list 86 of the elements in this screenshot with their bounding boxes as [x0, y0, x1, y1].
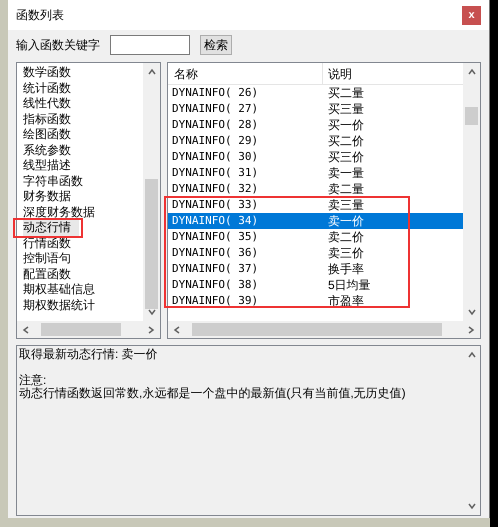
scroll-up-icon[interactable]	[146, 67, 156, 77]
search-button[interactable]: 检索	[200, 35, 232, 55]
scroll-left-icon[interactable]	[172, 324, 182, 334]
scroll-up-icon[interactable]	[466, 67, 476, 77]
table-cell-text: DYNAINFO( 27)	[171, 100, 260, 117]
table-row[interactable]: DYNAINFO( 29) 买二价	[168, 133, 463, 149]
table-cell-text: DYNAINFO( 38)	[171, 276, 260, 293]
table-cell-text: 买二价	[327, 133, 364, 150]
table-cell-text: 换手率	[327, 261, 364, 278]
table-cell-text: 卖二价	[327, 229, 364, 246]
window-title: 函数列表	[16, 7, 64, 24]
table-cell-text: 卖三量	[327, 197, 364, 214]
table-cell-text: DYNAINFO( 34)	[171, 212, 260, 229]
scroll-thumb[interactable]	[145, 179, 158, 309]
table-cell-text: 卖二量	[327, 181, 364, 198]
scroll-up-icon[interactable]	[466, 350, 476, 360]
category-item[interactable]: 指标函数	[23, 112, 79, 127]
table-row[interactable]: DYNAINFO( 35) 卖二价	[168, 229, 463, 245]
note-text: 动态行情函数返回常数,永远都是一个盘中的最新值(只有当前值,无历史值)	[19, 387, 407, 400]
category-item[interactable]: 配置函数	[23, 266, 79, 282]
table-cell-text: DYNAINFO( 35)	[171, 228, 260, 245]
scroll-right-icon[interactable]	[466, 324, 476, 334]
category-item[interactable]: 期权数据统计	[23, 298, 103, 313]
table-row[interactable]: DYNAINFO( 38) 5日均量	[168, 277, 463, 293]
category-item[interactable]: 动态行情	[23, 220, 79, 236]
note-label: 注意:	[19, 374, 46, 387]
category-item[interactable]: 财务数据	[23, 189, 79, 204]
scroll-down-icon[interactable]	[466, 307, 476, 317]
table-row[interactable]: DYNAINFO( 28) 买一价	[168, 117, 463, 133]
category-item[interactable]: 数学函数	[23, 65, 79, 80]
scroll-thumb[interactable]	[192, 323, 442, 336]
table-cell-text: DYNAINFO( 31)	[171, 164, 260, 181]
table-cell-text: DYNAINFO( 36)	[171, 244, 260, 261]
search-label: 输入函数关键字	[16, 37, 100, 54]
category-item[interactable]: 系统参数	[23, 142, 79, 158]
table-cell-text: DYNAINFO( 26)	[171, 84, 260, 101]
table-cell-text: 卖三价	[327, 245, 364, 262]
table-cell-text: 买一价	[327, 117, 364, 134]
table-cell-text: 买三价	[327, 149, 364, 166]
scroll-right-icon[interactable]	[146, 324, 156, 334]
table-cell-text: DYNAINFO( 39)	[171, 292, 260, 309]
table-row[interactable]: DYNAINFO( 33) 卖三量	[168, 197, 463, 213]
horizontal-scrollbar[interactable]	[17, 321, 160, 338]
category-item[interactable]: 期权基础信息	[23, 282, 103, 298]
horizontal-scrollbar[interactable]	[168, 321, 480, 338]
table-cell-text: DYNAINFO( 37)	[171, 260, 260, 277]
table-row[interactable]: DYNAINFO( 39) 市盈率	[168, 293, 463, 309]
table-cell-text: 卖一量	[327, 165, 364, 182]
category-item[interactable]: 线型描述	[23, 158, 79, 174]
table-cell-text: DYNAINFO( 32)	[171, 180, 260, 197]
scroll-down-icon[interactable]	[466, 501, 476, 511]
table-row[interactable]: DYNAINFO( 30) 买三价	[168, 149, 463, 165]
column-header[interactable]: 说明	[323, 63, 463, 84]
table-row[interactable]: DYNAINFO( 34) 卖一价	[168, 213, 463, 229]
table-row[interactable]: DYNAINFO( 36) 卖三价	[168, 245, 463, 261]
scroll-thumb[interactable]	[465, 107, 478, 125]
table-cell-text: 买三量	[327, 101, 364, 118]
category-item[interactable]: 控制语句	[23, 251, 79, 266]
close-button[interactable]: x	[462, 6, 481, 24]
category-item[interactable]: 字符串函数	[23, 174, 91, 189]
scroll-left-icon[interactable]	[21, 324, 31, 334]
vertical-scrollbar[interactable]	[143, 63, 160, 321]
table-cell-text: DYNAINFO( 30)	[171, 148, 260, 165]
table-cell-text: DYNAINFO( 33)	[171, 196, 260, 213]
category-item[interactable]: 统计函数	[23, 80, 79, 96]
highlight-frame	[13, 218, 83, 238]
category-item[interactable]: 绘图函数	[23, 127, 79, 142]
table-cell-text: DYNAINFO( 29)	[171, 132, 260, 149]
table-row[interactable]: DYNAINFO( 37) 换手率	[168, 261, 463, 277]
category-item[interactable]: 深度财务数据	[23, 204, 103, 220]
scroll-down-icon[interactable]	[146, 307, 156, 317]
table-cell-text: 5日均量	[327, 277, 371, 294]
scroll-thumb[interactable]	[41, 323, 121, 336]
vertical-scrollbar[interactable]	[463, 63, 480, 321]
table-row[interactable]: DYNAINFO( 27) 买三量	[168, 101, 463, 117]
keyword-field[interactable]	[110, 35, 190, 55]
table-row[interactable]: DYNAINFO( 26) 买二量	[168, 85, 463, 101]
table-cell-text: 卖一价	[327, 213, 364, 230]
table-cell-text: DYNAINFO( 28)	[171, 116, 260, 133]
column-header[interactable]: 名称	[168, 63, 323, 84]
table-row[interactable]: DYNAINFO( 32) 卖二量	[168, 181, 463, 197]
category-item[interactable]: 线性代数	[23, 96, 79, 112]
table-cell-text: 买二量	[327, 85, 364, 102]
description-text: 取得最新动态行情: 卖一价	[19, 348, 159, 361]
table-row[interactable]: DYNAINFO( 31) 卖一量	[168, 165, 463, 181]
table-cell-text: 市盈率	[327, 293, 364, 310]
